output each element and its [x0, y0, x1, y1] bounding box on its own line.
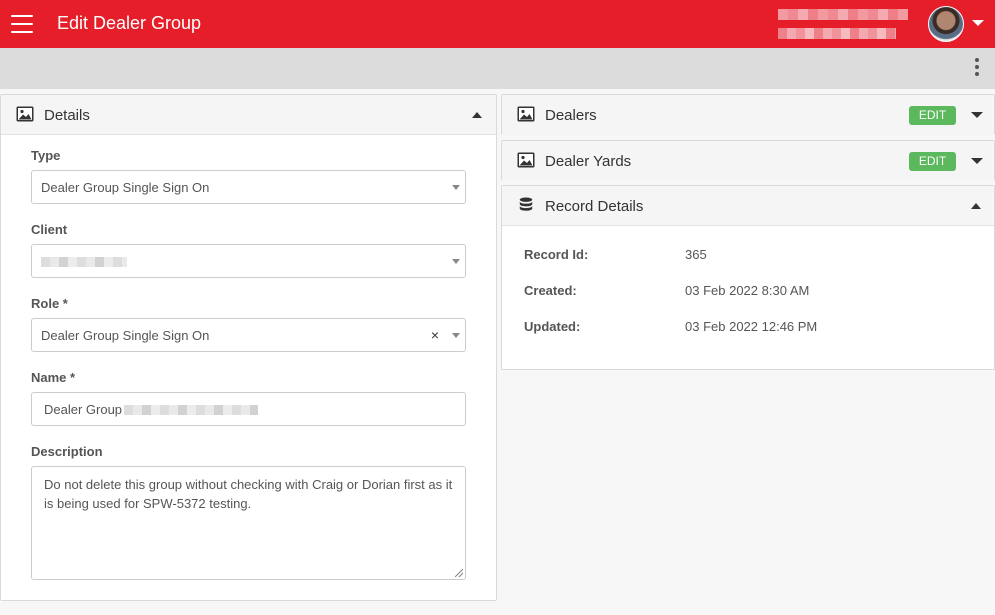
client-value-redacted	[41, 257, 127, 267]
details-panel-header[interactable]: Details	[1, 95, 496, 135]
type-select[interactable]: Dealer Group Single Sign On	[31, 170, 466, 204]
record-id-value: 365	[685, 247, 707, 262]
chevron-down-icon	[452, 259, 460, 264]
dealer-yards-panel-header[interactable]: Dealer Yards EDIT	[502, 141, 994, 181]
dealer-yards-panel-title: Dealer Yards	[545, 153, 632, 170]
app-header: Edit Dealer Group	[0, 0, 995, 48]
image-icon	[16, 106, 34, 122]
name-label: Name *	[31, 370, 76, 385]
expand-caret-icon[interactable]	[971, 112, 983, 118]
record-details-panel: Record Details Record Id: 365 Created: 0…	[501, 185, 995, 370]
role-select-value: Dealer Group Single Sign On	[41, 328, 210, 343]
name-input-value: Dealer Group	[44, 402, 123, 417]
record-id-label: Record Id:	[524, 247, 589, 262]
type-select-value: Dealer Group Single Sign On	[41, 180, 210, 195]
updated-label: Updated:	[524, 319, 581, 334]
image-icon	[517, 152, 535, 168]
avatar[interactable]	[928, 6, 964, 42]
dealer-yards-panel: Dealer Yards EDIT	[501, 140, 995, 181]
user-menu-caret-icon[interactable]	[972, 20, 984, 26]
more-options-icon[interactable]	[974, 58, 980, 80]
dealers-panel: Dealers EDIT	[501, 94, 995, 135]
chevron-down-icon	[452, 333, 460, 338]
record-details-panel-header[interactable]: Record Details	[502, 186, 994, 226]
dealers-edit-button[interactable]: EDIT	[909, 106, 956, 125]
role-select[interactable]: Dealer Group Single Sign On ×	[31, 318, 466, 352]
dealers-panel-title: Dealers	[545, 107, 597, 124]
dealer-yards-edit-button[interactable]: EDIT	[909, 152, 956, 171]
user-name-redacted[interactable]	[778, 9, 908, 40]
created-value: 03 Feb 2022 8:30 AM	[685, 283, 810, 298]
dealers-panel-header[interactable]: Dealers EDIT	[502, 95, 994, 135]
clear-icon[interactable]: ×	[431, 327, 439, 343]
description-label: Description	[31, 444, 103, 459]
page-title: Edit Dealer Group	[57, 13, 202, 33]
created-label: Created:	[524, 283, 577, 298]
name-value-redacted	[124, 405, 258, 415]
description-textarea[interactable]: Do not delete this group without checkin…	[31, 466, 466, 580]
role-label: Role *	[31, 296, 68, 311]
client-label: Client	[31, 222, 68, 237]
collapse-caret-icon[interactable]	[472, 112, 482, 118]
updated-value: 03 Feb 2022 12:46 PM	[685, 319, 818, 334]
chevron-down-icon	[452, 185, 460, 190]
image-icon	[517, 106, 535, 122]
client-select[interactable]	[31, 244, 466, 278]
collapse-caret-icon[interactable]	[971, 203, 981, 209]
database-icon	[519, 197, 533, 211]
expand-caret-icon[interactable]	[971, 158, 983, 164]
details-panel-title: Details	[44, 107, 90, 124]
resize-handle-icon[interactable]	[455, 569, 463, 577]
name-input[interactable]: Dealer Group	[31, 392, 466, 426]
record-details-panel-title: Record Details	[545, 198, 644, 215]
description-text: Do not delete this group without checkin…	[44, 477, 453, 511]
details-panel: Details Type Dealer Group Single Sign On…	[0, 94, 497, 601]
hamburger-menu-icon[interactable]	[11, 15, 33, 33]
sub-toolbar	[0, 48, 995, 89]
type-label: Type	[31, 148, 61, 163]
